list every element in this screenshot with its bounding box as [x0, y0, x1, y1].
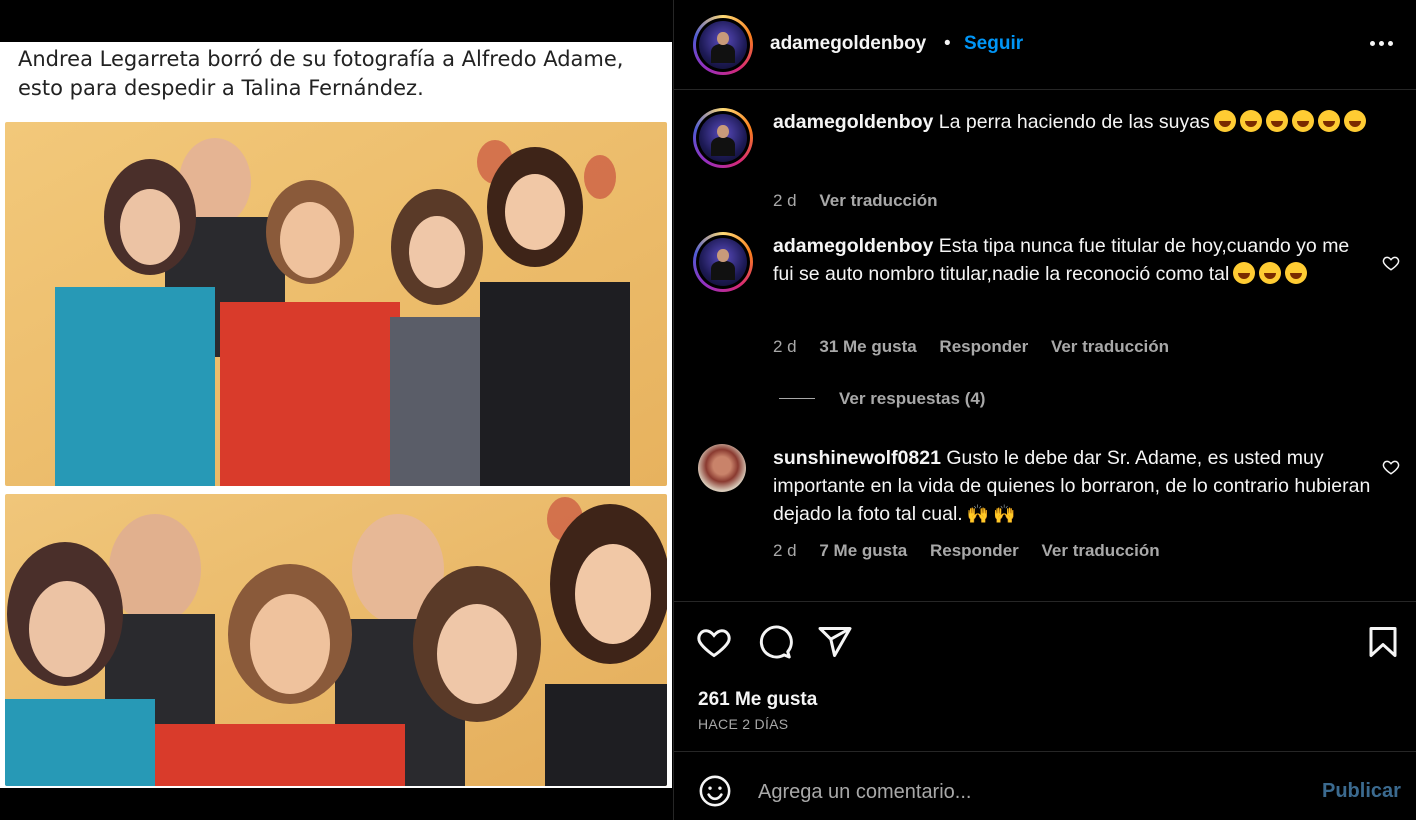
- post-time[interactable]: HACE 2 DÍAS: [698, 716, 788, 732]
- comment-username[interactable]: adamegoldenboy: [773, 235, 933, 257]
- media-caption: Andrea Legarreta borró de su fotografía …: [18, 47, 624, 100]
- translate-link[interactable]: Ver traducción: [1042, 541, 1160, 560]
- emoji-icon[interactable]: [698, 774, 732, 808]
- post-likes[interactable]: 261 Me gusta: [698, 689, 817, 711]
- author-avatar[interactable]: [693, 15, 753, 75]
- post-header: adamegoldenboy • Seguir: [674, 0, 1416, 90]
- laughing-emoji-icon: [1285, 262, 1308, 284]
- comment-username[interactable]: adamegoldenboy: [773, 111, 933, 133]
- tongue-emoji-icon: [1291, 110, 1314, 132]
- tongue-emoji-icon: [1317, 110, 1340, 132]
- laughing-emoji-icon: [1233, 262, 1256, 284]
- comment-text: sunshinewolf0821 Gusto le debe dar Sr. A…: [773, 444, 1373, 528]
- tongue-emoji-icon: [1343, 110, 1366, 132]
- comment-like-heart-icon[interactable]: [1382, 254, 1400, 272]
- photo-top: [5, 122, 667, 486]
- raised-hands-emoji-icon: 🙌: [993, 504, 1016, 524]
- comment-composer: Publicar: [674, 751, 1416, 820]
- commenter-avatar[interactable]: [693, 232, 753, 292]
- author-username[interactable]: adamegoldenboy: [770, 33, 926, 55]
- action-bar: 261 Me gusta HACE 2 DÍAS: [674, 601, 1416, 751]
- comment-meta: 2 d Ver traducción: [773, 191, 955, 211]
- separator-dot: •: [944, 33, 951, 54]
- comment-username[interactable]: sunshinewolf0821: [773, 447, 941, 469]
- more-icon[interactable]: [1366, 28, 1396, 58]
- translate-link[interactable]: Ver traducción: [819, 191, 937, 210]
- translate-link[interactable]: Ver traducción: [1051, 337, 1169, 356]
- comment-text: adamegoldenboy Esta tipa nunca fue titul…: [773, 232, 1373, 288]
- comment-content: La perra haciendo de las suyas: [938, 111, 1210, 133]
- comment-time[interactable]: 2 d: [773, 191, 797, 210]
- laughing-emoji-icon: [1239, 110, 1262, 132]
- comment-input[interactable]: [758, 778, 1278, 806]
- laughing-emoji-icon: [1259, 262, 1282, 284]
- share-icon[interactable]: [817, 624, 853, 660]
- follow-button[interactable]: Seguir: [964, 33, 1023, 55]
- photo-bottom: [5, 494, 667, 786]
- comment-time[interactable]: 2 d: [773, 337, 797, 356]
- publish-button[interactable]: Publicar: [1322, 780, 1401, 803]
- laughing-emoji-icon: [1265, 110, 1288, 132]
- comments-list: adamegoldenboy La perra haciendo de las …: [674, 91, 1416, 601]
- comment-likes[interactable]: 7 Me gusta: [819, 541, 907, 560]
- view-replies-button[interactable]: Ver respuestas (4): [839, 389, 985, 409]
- comment-icon[interactable]: [757, 624, 793, 660]
- comment-meta: 2 d 31 Me gusta Responder Ver traducción: [773, 337, 1187, 357]
- comment-meta: 2 d 7 Me gusta Responder Ver traducción: [773, 541, 1178, 561]
- commenter-avatar[interactable]: [698, 444, 746, 492]
- reply-button[interactable]: Responder: [939, 337, 1028, 356]
- laughing-emoji-icon: [1213, 110, 1236, 132]
- commenter-avatar[interactable]: [693, 108, 753, 168]
- replies-divider: [779, 398, 815, 399]
- comment-time[interactable]: 2 d: [773, 541, 797, 560]
- comment-likes[interactable]: 31 Me gusta: [819, 337, 916, 356]
- bookmark-icon[interactable]: [1365, 624, 1401, 660]
- post-side-panel: adamegoldenboy • Seguir adamegoldenboy L…: [673, 0, 1416, 820]
- heart-icon[interactable]: [696, 624, 732, 660]
- comment-like-heart-icon[interactable]: [1382, 458, 1400, 476]
- raised-hands-emoji-icon: 🙌: [966, 504, 990, 524]
- reply-button[interactable]: Responder: [930, 541, 1019, 560]
- post-media[interactable]: Andrea Legarreta borró de su fotografía …: [0, 0, 672, 820]
- comment-text: adamegoldenboy La perra haciendo de las …: [773, 108, 1373, 136]
- media-card: Andrea Legarreta borró de su fotografía …: [0, 42, 672, 788]
